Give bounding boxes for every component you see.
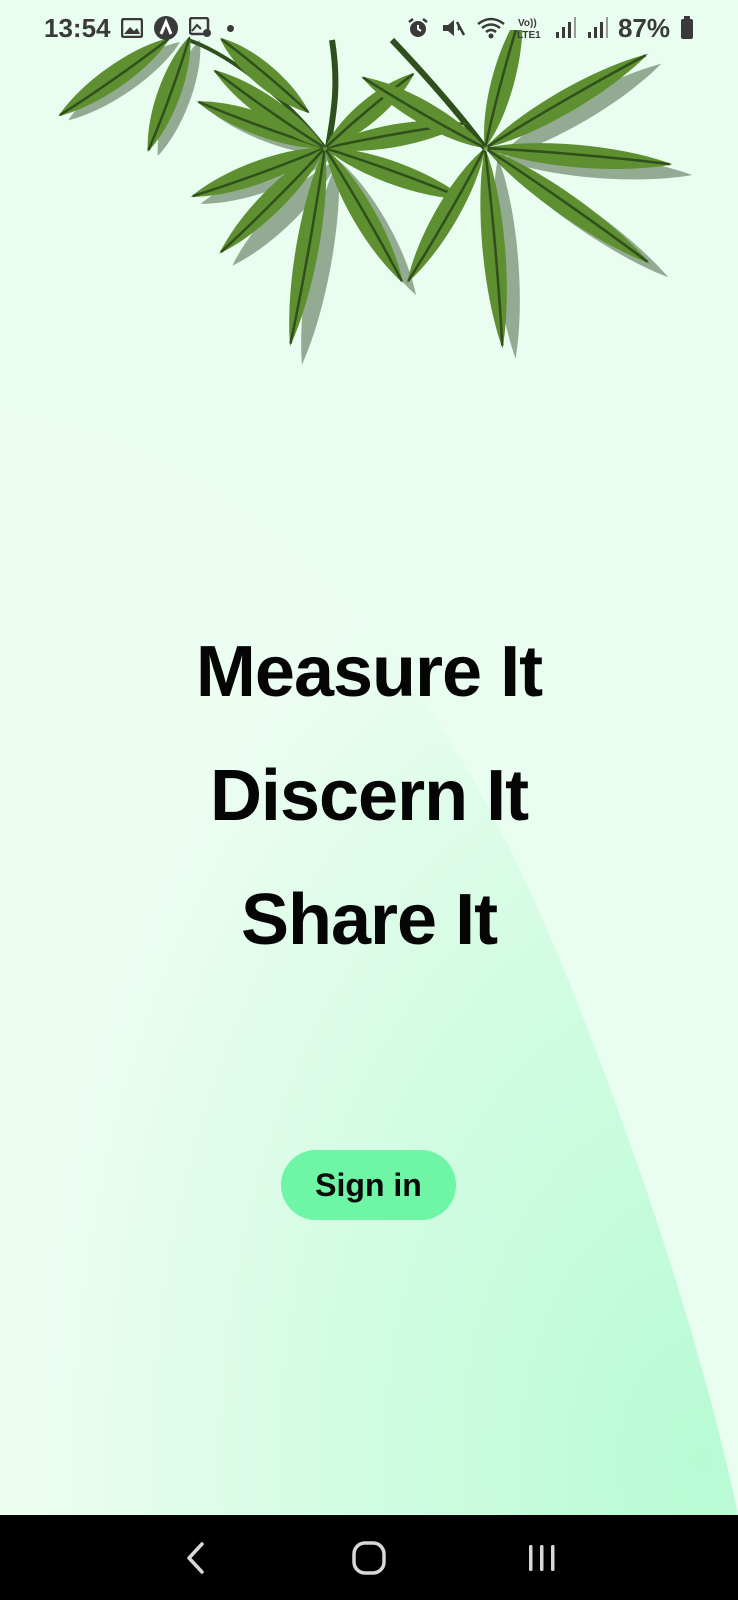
image-settings-icon [188,17,213,39]
screen: 13:54 Vo)) LTE1 87% Measure It Discern I… [0,0,738,1600]
headline-share: Share It [240,880,498,960]
home-button[interactable] [324,1523,414,1593]
leaves-illustration [50,30,694,367]
headline: Measure It Discern It Share It [0,610,738,982]
sign-in-button[interactable]: Sign in [281,1150,456,1220]
signal-icon [586,17,608,39]
alarm-icon [406,16,430,40]
home-icon [352,1540,386,1575]
status-left: 13:54 [44,13,234,44]
status-bar: 13:54 Vo)) LTE1 87% [0,0,738,56]
svg-text:LTE1: LTE1 [517,30,541,41]
headline-discern: Discern It [209,756,529,836]
status-right: Vo)) LTE1 87% [406,13,694,44]
navigation-bar [0,1515,738,1600]
app-a-icon [153,15,179,41]
battery-icon [680,16,694,40]
recents-icon [528,1544,555,1571]
volte-icon: Vo)) LTE1 [516,15,544,41]
notification-dot-icon [226,24,234,32]
status-time: 13:54 [44,12,111,43]
svg-text:Vo)): Vo)) [518,18,537,29]
back-icon [187,1541,205,1574]
gallery-icon [120,18,143,38]
mute-icon [440,16,466,40]
back-button[interactable] [151,1523,241,1593]
wifi-icon [476,16,506,40]
headline-measure: Measure It [195,632,543,712]
signal-icon [554,17,576,39]
battery-percent: 87% [617,12,670,43]
recents-button[interactable] [497,1523,587,1593]
